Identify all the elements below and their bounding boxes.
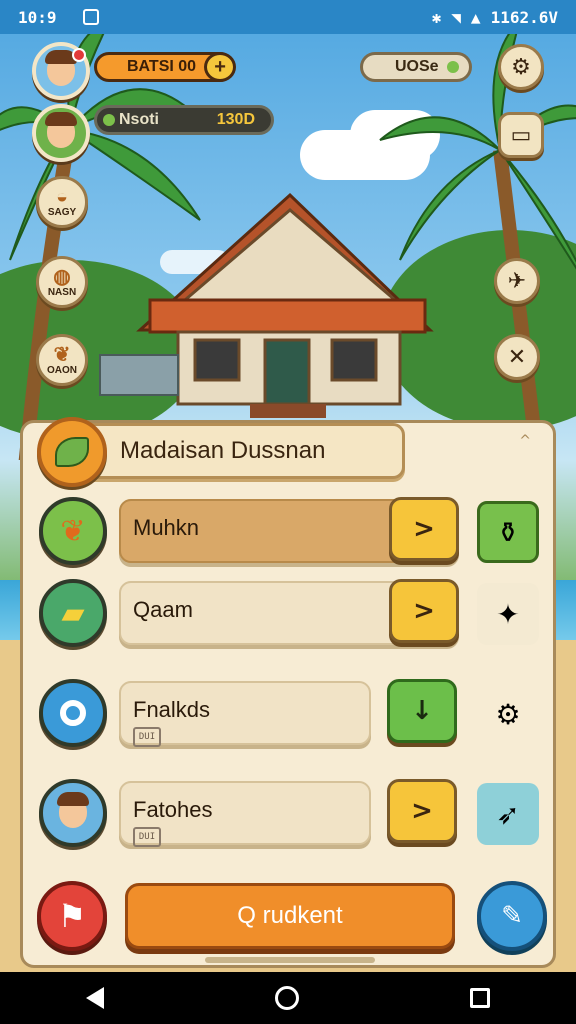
- row-go-button[interactable]: >: [387, 779, 457, 843]
- side-menu-label: OAON: [47, 364, 77, 376]
- main-action-button[interactable]: Q rudkent: [125, 883, 455, 949]
- row-go-button[interactable]: >: [389, 579, 459, 643]
- folder-icon: ▰: [39, 579, 107, 647]
- side-menu-item-2[interactable]: ◍ NASN: [36, 256, 88, 308]
- row-subtitle: DUI: [133, 827, 161, 847]
- friend-avatar[interactable]: [32, 104, 90, 162]
- energy-icon: [103, 114, 115, 126]
- gem-label: UOSe: [395, 58, 439, 75]
- tools-crossed-icon[interactable]: ✕: [494, 334, 540, 380]
- panel-title: Madaisan Dussnan: [57, 423, 405, 479]
- energy-label: Nsoti: [119, 111, 159, 128]
- system-nav-bar: [0, 972, 576, 1024]
- chat-bubble-icon[interactable]: ✎: [477, 881, 547, 951]
- row-title: Muhkn: [133, 515, 200, 540]
- collapse-icon[interactable]: ^: [519, 433, 531, 449]
- home-icon[interactable]: [274, 986, 299, 1010]
- row-title: Fnalkds: [133, 697, 211, 722]
- settings-gear-icon[interactable]: ⚙: [498, 44, 544, 90]
- panel-badge-leaf-icon: [37, 417, 107, 487]
- row-subtitle: DUI: [133, 727, 161, 747]
- energy-counter: Nsoti 130D: [94, 105, 274, 135]
- player-avatar[interactable]: [32, 42, 90, 100]
- list-item[interactable]: ▰ Qaam > ✦: [23, 573, 559, 653]
- signal-icon: ▲: [470, 7, 481, 27]
- chicken-icon: ◍: [53, 265, 71, 288]
- map-plane-icon[interactable]: ✈: [494, 258, 540, 304]
- bread-icon: ◒: [55, 185, 69, 208]
- energy-value: 130D: [216, 111, 255, 128]
- avatar-face-icon: [45, 112, 77, 148]
- status-time: 10:9: [18, 7, 57, 27]
- gem-counter: UOSe: [360, 52, 472, 82]
- side-menu-label: SAGY: [47, 206, 77, 218]
- panel-actions: ⚑ Q rudkent ✎: [23, 881, 559, 961]
- bird-icon[interactable]: ✦: [477, 583, 539, 645]
- wifi-icon: ◥: [451, 7, 461, 27]
- back-icon[interactable]: [85, 987, 104, 1009]
- list-item[interactable]: Fatohes DUI > ➶: [23, 773, 559, 853]
- row-label: Fnalkds DUI: [119, 681, 371, 747]
- coin-counter: BATSI 00 +: [94, 52, 237, 82]
- recent-apps-icon[interactable]: [470, 988, 491, 1008]
- list-item[interactable]: ❦ Muhkn > ⚱: [23, 491, 559, 571]
- pot-icon[interactable]: ⚱: [477, 501, 539, 563]
- leaf-icon: ❦: [39, 497, 107, 565]
- status-right: ✱ ◥ ▲ 1162.6V: [432, 8, 558, 27]
- status-right-text: 1162.6V: [490, 7, 558, 27]
- row-go-button[interactable]: >: [389, 497, 459, 561]
- bluetooth-icon: ✱: [431, 7, 442, 27]
- add-coins-plus-icon[interactable]: +: [204, 52, 237, 82]
- gem-icon: [446, 61, 459, 73]
- character-icon: [39, 779, 107, 847]
- notification-icon: [82, 9, 99, 25]
- leaf-icon: ❦: [53, 343, 71, 366]
- quest-panel: Madaisan Dussnan ^ ❦ Muhkn > ⚱ ▰ Qaam > …: [20, 417, 559, 968]
- coin-label: BATSI 00: [127, 58, 197, 75]
- drag-handle[interactable]: [205, 957, 375, 963]
- shop-chest-icon[interactable]: ▭: [498, 112, 544, 158]
- status-bar: 10:9 ✱ ◥ ▲ 1162.6V: [0, 0, 576, 34]
- cancel-flag-icon[interactable]: ⚑: [37, 881, 107, 951]
- side-menu-item-1[interactable]: ◒ SAGY: [36, 176, 88, 228]
- side-menu-item-3[interactable]: ❦ OAON: [36, 334, 88, 386]
- bird-icon[interactable]: ➶: [477, 783, 539, 845]
- row-title: Qaam: [133, 597, 193, 622]
- gear-tool-icon[interactable]: ⚙: [477, 683, 539, 745]
- notification-dot: [72, 48, 86, 62]
- ring-icon: [39, 679, 107, 747]
- list-item[interactable]: Fnalkds DUI ↓ ⚙: [23, 673, 559, 753]
- avatar-face-icon: [45, 50, 77, 86]
- row-label: Fatohes DUI: [119, 781, 371, 847]
- side-menu-label: NASN: [47, 286, 77, 298]
- row-go-button[interactable]: ↓: [387, 679, 457, 743]
- row-title: Fatohes: [133, 797, 213, 822]
